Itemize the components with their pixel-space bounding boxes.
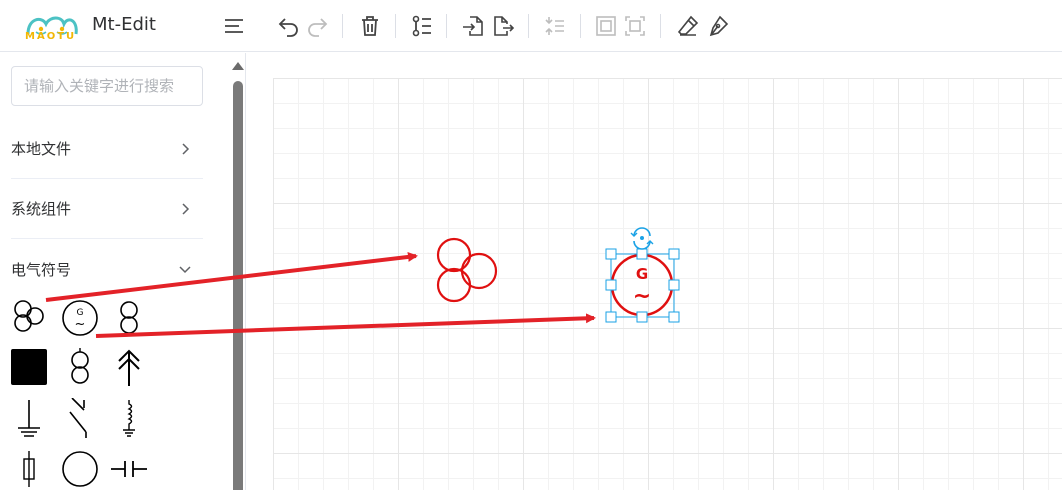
arrow-up-icon[interactable] xyxy=(109,347,149,387)
two-winding-transformer-icon[interactable] xyxy=(109,298,149,338)
category-local-files[interactable]: 本地文件 xyxy=(11,119,203,179)
circle-icon[interactable] xyxy=(60,449,100,489)
header-toolbar: MAOTU Mt-Edit xyxy=(0,0,1062,52)
group-icon[interactable] xyxy=(592,12,620,40)
ungroup-icon[interactable] xyxy=(621,12,649,40)
category-label: 电气符号 xyxy=(11,260,72,279)
logo-text: MAOTU xyxy=(25,31,77,42)
category-label: 系统组件 xyxy=(11,200,72,218)
chevron-right-icon xyxy=(182,142,190,155)
menu-icon[interactable] xyxy=(220,12,248,40)
inductor-ground-icon[interactable] xyxy=(109,398,149,438)
app-title: Mt-Edit xyxy=(92,14,156,35)
app: MAOTU Mt-Edit 请输入关键字进行搜索 本地文件 系统组件 电气符号 … xyxy=(0,0,1062,490)
file-import-icon[interactable] xyxy=(459,12,487,40)
layers-list-icon[interactable] xyxy=(408,12,436,40)
generator-wave: ~ xyxy=(75,317,86,332)
toolbar-divider xyxy=(395,14,396,38)
scroll-up-arrow[interactable] xyxy=(232,62,244,70)
undo-icon[interactable] xyxy=(275,12,303,40)
black-block-icon[interactable] xyxy=(9,347,49,387)
three-winding-transformer-icon[interactable] xyxy=(9,298,49,338)
category-electrical-symbols[interactable]: 电气符号 xyxy=(11,239,203,299)
category-label: 本地文件 xyxy=(11,140,72,158)
toolbar-divider xyxy=(660,14,661,38)
generator-letter: G xyxy=(636,265,648,283)
toolbar-divider xyxy=(342,14,343,38)
ground-icon[interactable] xyxy=(9,398,49,438)
pen-icon[interactable] xyxy=(704,12,732,40)
fuse-icon[interactable] xyxy=(9,449,49,489)
generator-icon[interactable]: G ~ xyxy=(60,298,100,338)
toolbar-divider xyxy=(446,14,447,38)
chevron-down-icon xyxy=(179,266,191,274)
align-icon[interactable] xyxy=(541,12,569,40)
category-system-components[interactable]: 系统组件 xyxy=(11,179,203,239)
canvas-area[interactable] xyxy=(247,53,1062,490)
eraser-icon[interactable] xyxy=(674,12,702,40)
redo-icon[interactable] xyxy=(303,12,331,40)
search-input[interactable] xyxy=(11,66,203,106)
trash-icon[interactable] xyxy=(356,12,384,40)
file-export-icon[interactable] xyxy=(489,12,517,40)
switch-icon[interactable] xyxy=(60,397,100,438)
transformer-variant-icon[interactable] xyxy=(60,347,100,387)
drawing-canvas[interactable] xyxy=(273,78,1062,490)
sidebar: 本地文件 系统组件 电气符号 G ~ xyxy=(0,53,246,490)
capacitor-icon[interactable] xyxy=(109,449,149,489)
sidebar-scrollbar[interactable] xyxy=(233,81,243,490)
generator-wave: ~ xyxy=(633,284,651,309)
toolbar-divider xyxy=(528,14,529,38)
toolbar-divider xyxy=(580,14,581,38)
chevron-right-icon xyxy=(182,202,190,215)
